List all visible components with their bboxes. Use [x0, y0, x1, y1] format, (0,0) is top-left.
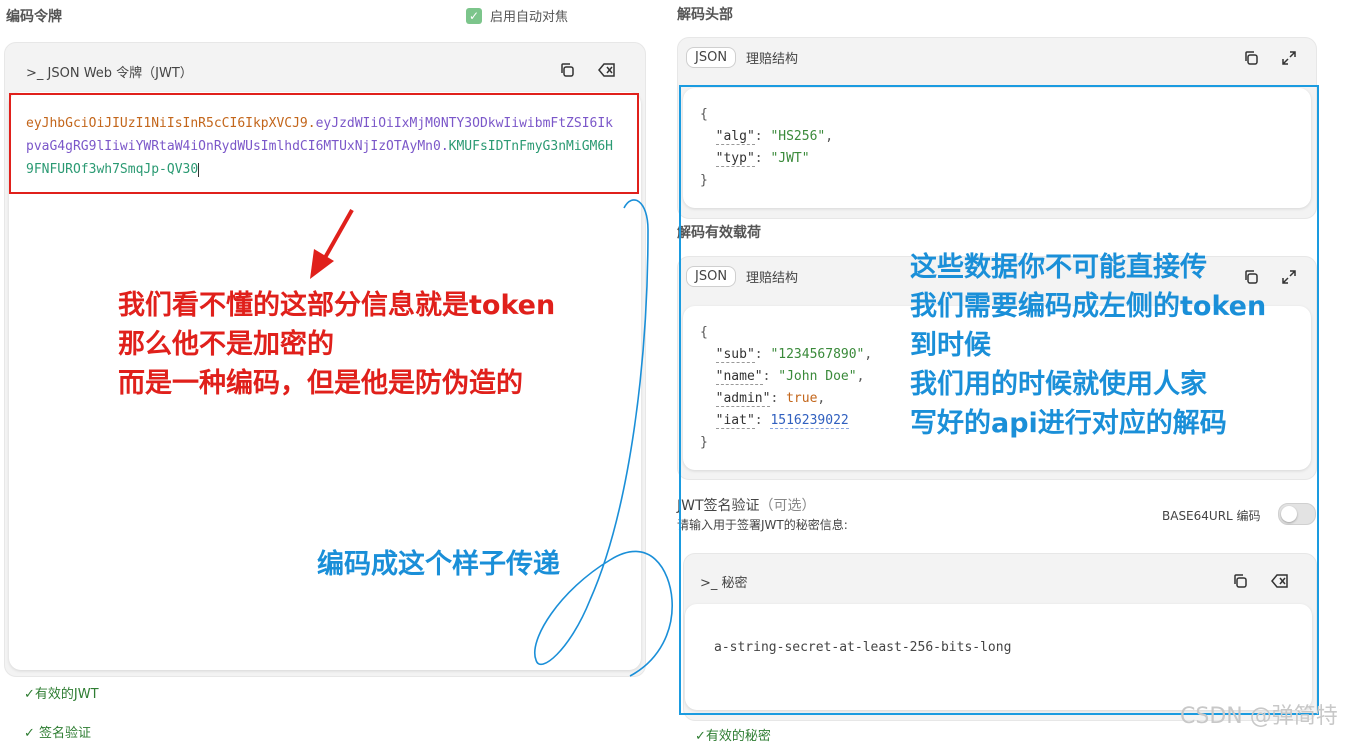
annotation-line: 到时候: [910, 330, 991, 361]
token-highlight-box: [9, 93, 639, 194]
annotation-line: 我们用的时候就使用人家: [910, 369, 1207, 400]
copy-icon[interactable]: [558, 61, 576, 79]
valid-jwt-status: ✓有效的JWT: [24, 687, 99, 702]
jwt-panel-title: >_ JSON Web 令牌（JWT）: [26, 66, 193, 81]
watermark: CSDN @弹简特: [1180, 704, 1338, 729]
annotation-line: 写好的api进行对应的解码: [910, 408, 1227, 439]
annotation-line: 我们需要编码成左侧的token: [910, 291, 1267, 322]
valid-secret-status: ✓有效的秘密: [695, 729, 771, 744]
annotation-line: 这些数据你不可能直接传: [910, 252, 1207, 283]
auto-focus-toggle[interactable]: ✓ 启用自动对焦: [466, 6, 568, 25]
tab-json[interactable]: JSON: [686, 47, 737, 68]
header-tabs: JSON 理赔结构: [686, 47, 798, 68]
decoded-header-title: 解码头部: [677, 7, 733, 23]
checkbox-checked-icon[interactable]: ✓: [466, 7, 482, 24]
copy-icon[interactable]: [1242, 49, 1260, 67]
auto-focus-label: 启用自动对焦: [490, 10, 569, 25]
expand-icon[interactable]: [1280, 49, 1298, 67]
red-arrow-icon: [310, 209, 354, 279]
hand-drawn-arrow-icon: [534, 199, 673, 677]
clear-icon[interactable]: [598, 61, 616, 79]
blue-annotation-right: 这些数据你不可能直接传 我们需要编码成左侧的token 到时候 我们用的时候就使…: [910, 248, 1310, 443]
encoded-token-title: 编码令牌: [6, 9, 62, 25]
signature-verified-status: ✓ 签名验证: [24, 726, 92, 741]
tab-claims-structure[interactable]: 理赔结构: [746, 48, 798, 67]
